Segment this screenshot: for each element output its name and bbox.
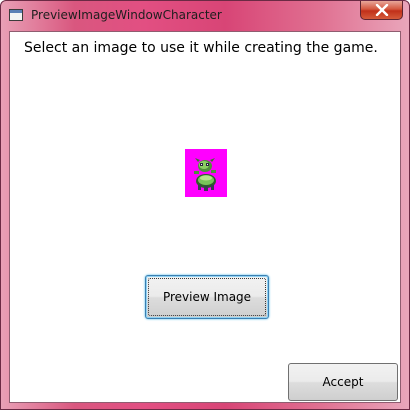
window-icon [9, 9, 23, 21]
accept-button[interactable]: Accept [288, 363, 398, 401]
window-title: PreviewImageWindowCharacter [31, 8, 222, 22]
close-button[interactable] [360, 1, 403, 20]
close-icon [375, 4, 388, 16]
instruction-text: Select an image to use it while creating… [24, 40, 378, 56]
green-creature-sprite-icon [194, 158, 216, 191]
title-bar[interactable]: PreviewImageWindowCharacter [1, 1, 409, 31]
preview-image-window: PreviewImageWindowCharacter Select an im… [0, 0, 410, 410]
preview-image [185, 149, 227, 197]
preview-image-button[interactable]: Preview Image [145, 275, 269, 319]
client-area: Select an image to use it while creating… [9, 31, 401, 403]
